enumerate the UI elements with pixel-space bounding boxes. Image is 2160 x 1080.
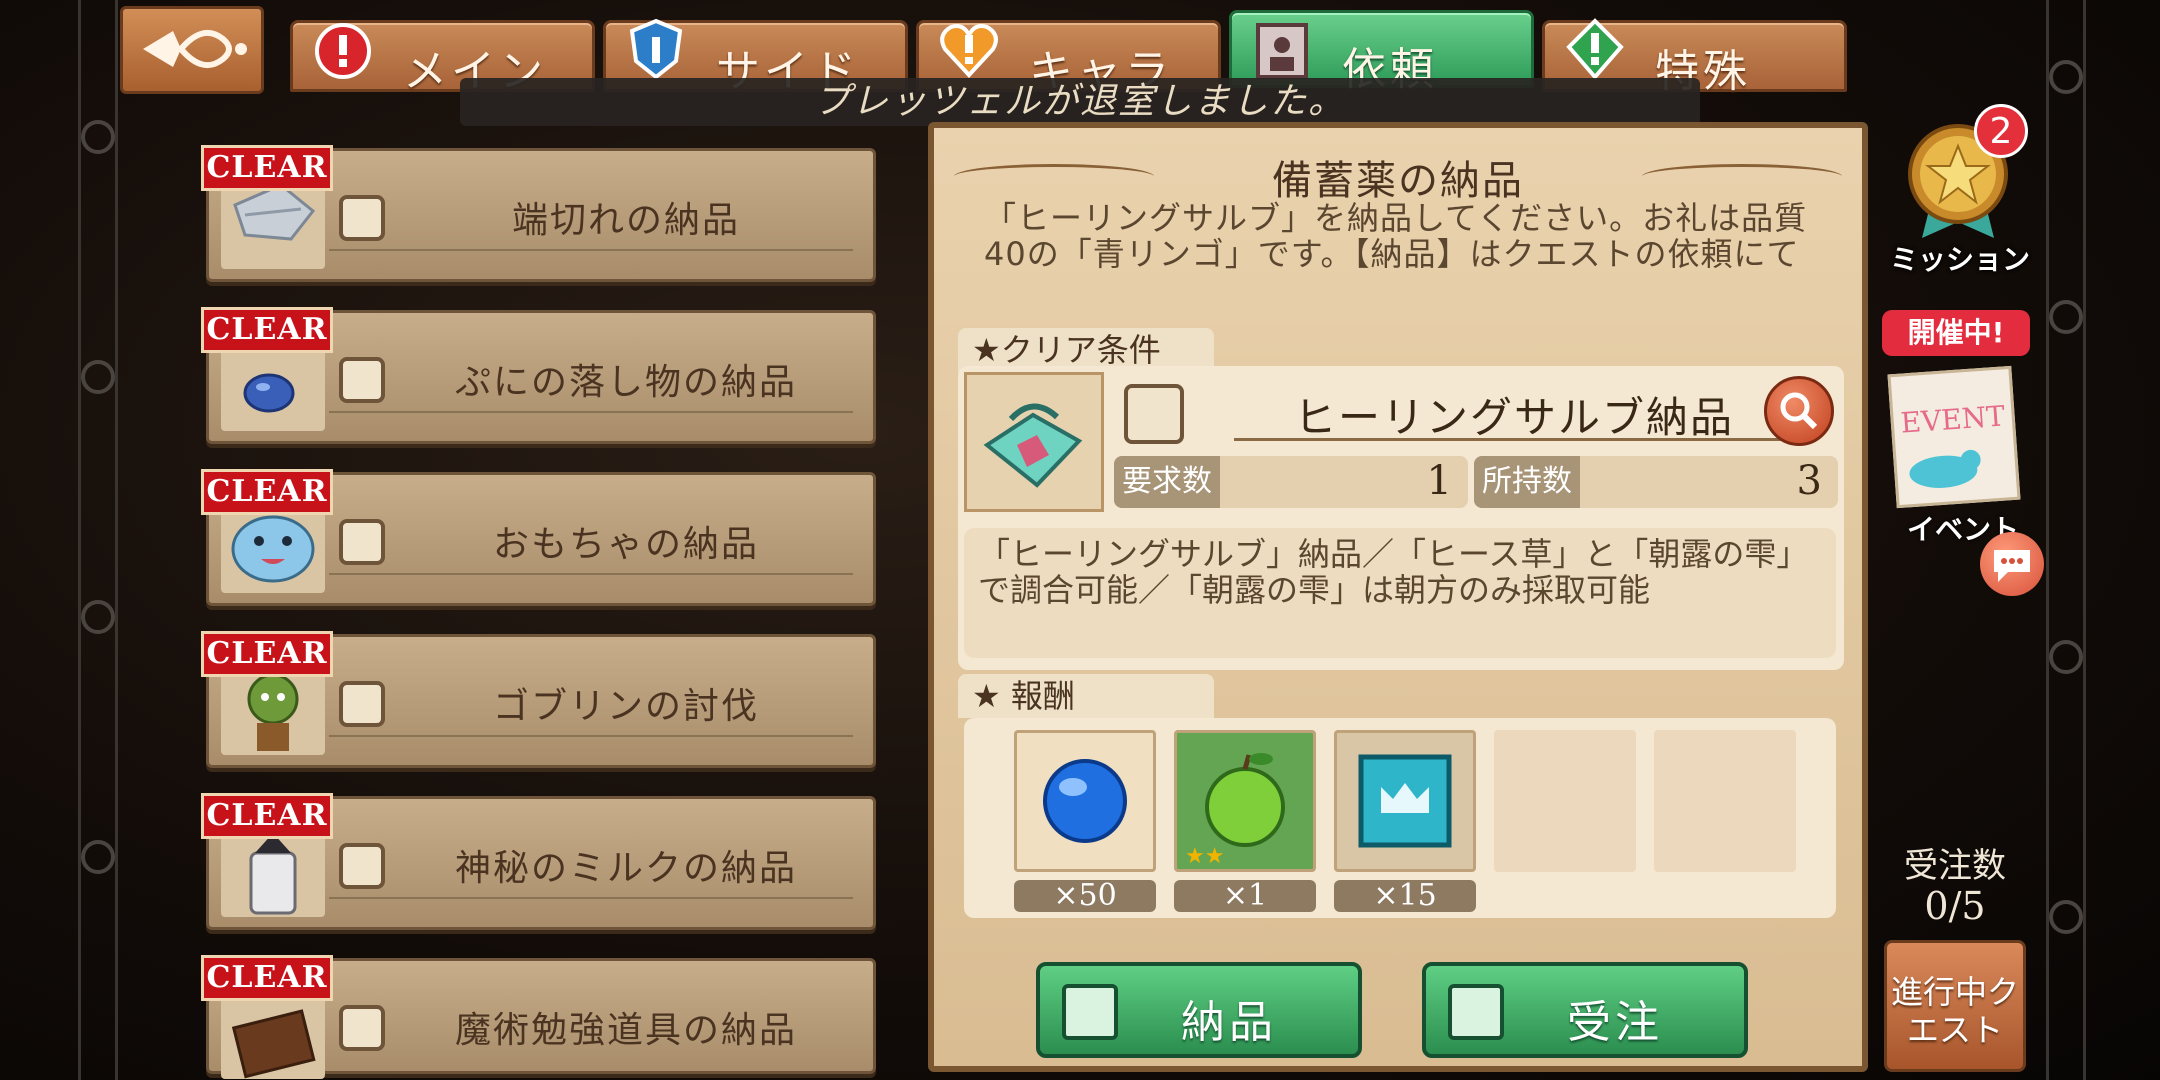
reward-box: ×50 ★★ ×1 ×15 <box>964 718 1836 918</box>
ornament-icon <box>143 29 247 69</box>
event-button[interactable]: EVENT <box>1887 365 2021 509</box>
required-label: 要求数 <box>1114 456 1220 508</box>
hint-text: 「ヒーリングサルブ」納品／「ヒース草」と「朝露の雫」で調合可能／「朝露の雫」は朝… <box>978 535 1809 609</box>
reward-qty: ×50 <box>1014 880 1156 912</box>
star-icon: ★ <box>972 677 1011 715</box>
delivery-icon <box>339 357 385 403</box>
clear-condition-label: クリア条件 <box>1000 331 1161 369</box>
deliver-button-label: 納品 <box>1181 997 1277 1048</box>
required-count: 要求数 1 <box>1114 456 1468 508</box>
blue-orb-icon <box>1043 759 1127 843</box>
detail-title: 備蓄薬の納品 <box>1272 158 1524 204</box>
order-count-value: 0/5 <box>1924 884 1986 928</box>
reward-label: 報酬 <box>1010 677 1075 715</box>
in-progress-quest-button[interactable]: 進行中クエスト <box>1884 940 2026 1072</box>
accept-button-label: 受注 <box>1567 997 1663 1048</box>
order-count-label: 受注数 <box>1904 846 2006 886</box>
required-value: 1 <box>1426 458 1452 504</box>
right-frame-vine <box>2046 0 2086 1080</box>
reward-qty: ×15 <box>1334 880 1476 912</box>
reward-slot-empty <box>1654 730 1796 872</box>
condition-name-bar: ヒーリングサルブ納品 <box>1114 374 1834 446</box>
red-exclamation-icon <box>315 23 371 79</box>
event-card-text: EVENT <box>1899 399 2006 440</box>
quest-title: 端切れの納品 <box>511 200 740 241</box>
quest-list-item[interactable]: ぷにの落し物の納品 CLEAR <box>201 307 876 444</box>
left-frame-vine <box>78 0 118 1080</box>
quest-list-item[interactable]: おもちゃの納品 CLEAR <box>201 469 876 606</box>
clear-badge: CLEAR <box>201 145 333 191</box>
detail-description: 「ヒーリングサルブ」を納品してください。お礼は品質40の「青リンゴ」です。【納品… <box>984 199 1808 273</box>
search-icon <box>1780 392 1818 430</box>
crown-card-icon <box>1358 754 1452 848</box>
reward-blue-orb[interactable] <box>1014 730 1156 872</box>
quest-list-item[interactable]: 端切れの納品 CLEAR <box>201 145 876 282</box>
event-live-badge: 開催中! <box>1882 310 2030 356</box>
mission-label: ミッション <box>1890 243 2031 276</box>
svg-text:★★: ★★ <box>1185 844 1224 869</box>
chat-bubble-icon <box>1994 550 2030 582</box>
accept-button[interactable]: 受注 <box>1422 962 1748 1058</box>
quest-title: 魔術勉強道具の納品 <box>454 1010 797 1051</box>
quest-title: ゴブリンの討伐 <box>492 686 759 727</box>
portrait-icon <box>1256 23 1308 79</box>
condition-name: ヒーリングサルブ納品 <box>1293 393 1734 442</box>
orange-heart-icon <box>940 24 998 78</box>
owned-label: 所持数 <box>1474 456 1580 508</box>
quest-title: 神秘のミルクの納品 <box>454 848 797 889</box>
green-exclamation-icon <box>1566 18 1624 81</box>
reward-green-apple[interactable]: ★★ <box>1174 730 1316 872</box>
quest-title: ぷにの落し物の納品 <box>454 362 797 403</box>
tab-request[interactable]: 依頼 <box>1229 10 1534 95</box>
quest-title: おもちゃの納品 <box>492 524 759 565</box>
monster-icon <box>339 681 385 727</box>
deliver-button[interactable]: 納品 <box>1036 962 1362 1058</box>
reward-qty: ×1 <box>1174 880 1316 912</box>
home-button[interactable] <box>120 6 264 94</box>
delivery-icon <box>339 843 385 889</box>
hint-box: 「ヒーリングサルブ」納品／「ヒース草」と「朝露の雫」で調合可能／「朝露の雫」は朝… <box>964 528 1836 658</box>
clear-badge: CLEAR <box>201 307 333 353</box>
reward-crown-card[interactable] <box>1334 730 1476 872</box>
star-icon: ★ <box>972 331 1001 369</box>
quest-detail-panel: 備蓄薬の納品 「ヒーリングサルブ」を納品してください。お礼は品質40の「青リンゴ… <box>928 122 1868 1072</box>
clear-badge: CLEAR <box>201 955 333 1001</box>
clear-badge: CLEAR <box>201 469 333 515</box>
mission-notification-badge: 2 <box>1974 104 2028 158</box>
notice-bar: プレッツェルが退室しました。 <box>460 78 1700 126</box>
green-apple-icon: ★★ <box>1185 753 1285 869</box>
delivery-icon <box>339 519 385 565</box>
quest-list-item[interactable]: 魔術勉強道具の納品 CLEAR <box>201 955 876 1079</box>
clear-badge: CLEAR <box>201 793 333 839</box>
reward-tab: ★ 報酬 <box>958 674 1214 718</box>
delivery-icon <box>339 195 385 241</box>
chat-button[interactable] <box>1980 532 2044 596</box>
healing-salve-thumb <box>964 372 1104 512</box>
owned-value: 3 <box>1796 458 1822 504</box>
quest-list-item[interactable]: ゴブリンの討伐 CLEAR <box>201 631 876 768</box>
bird-icon <box>1909 449 1981 488</box>
magnify-button[interactable] <box>1764 376 1834 446</box>
delivery-icon <box>1124 384 1184 444</box>
reward-slot-empty <box>1494 730 1636 872</box>
delivery-icon <box>339 1005 385 1051</box>
blue-shield-icon <box>629 18 683 80</box>
quest-list-item[interactable]: 神秘のミルクの納品 CLEAR <box>201 793 876 930</box>
owned-count: 所持数 3 <box>1474 456 1838 508</box>
clear-badge: CLEAR <box>201 631 333 677</box>
